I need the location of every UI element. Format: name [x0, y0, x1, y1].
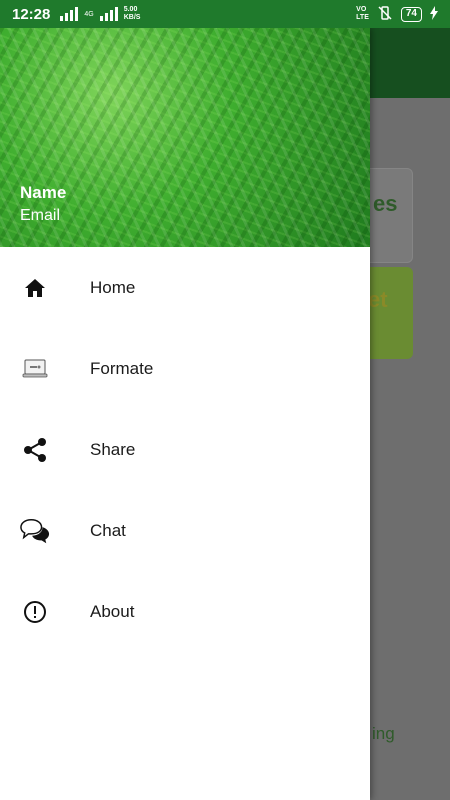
signal-icon-2: [99, 7, 118, 21]
background-card-2-text: et: [368, 287, 388, 312]
menu-item-about[interactable]: About: [0, 571, 370, 652]
menu-item-formate[interactable]: Formate: [0, 328, 370, 409]
background-bottom-text: ing: [372, 724, 395, 743]
menu-item-label: Home: [90, 277, 136, 297]
menu-item-label: About: [90, 601, 135, 621]
status-bar: 12:28 4G 5.00 KB/S VO LTE 74: [0, 0, 450, 28]
user-email: Email: [20, 207, 61, 224]
vibrate-off-icon: [377, 5, 393, 24]
menu-item-share[interactable]: Share: [0, 409, 370, 490]
navigation-drawer: Name Email Home Formate Share Chat About: [0, 28, 370, 800]
status-time: 12:28: [12, 5, 51, 23]
menu-item-label: Formate: [90, 358, 154, 378]
speed-unit: KB/S: [123, 14, 141, 21]
laptop-icon: [20, 354, 50, 384]
status-left: 12:28 4G 5.00 KB/S: [12, 6, 140, 23]
network-type: 4G: [84, 10, 94, 18]
menu-item-label: Chat: [90, 520, 126, 540]
menu-item-home[interactable]: Home: [0, 247, 370, 328]
menu-item-label: Share: [90, 439, 136, 459]
signal-icon: [60, 7, 79, 21]
info-icon: [20, 597, 50, 627]
home-icon: [20, 273, 50, 303]
drawer-header: Name Email: [0, 28, 370, 247]
user-name: Name: [20, 183, 67, 202]
drawer-menu: Home Formate Share Chat About: [0, 247, 370, 652]
network-speed: 5.00 KB/S: [124, 6, 141, 22]
volte-top: VO: [356, 6, 367, 13]
charging-icon: [430, 5, 438, 23]
battery-indicator: 74: [400, 6, 422, 22]
volte-bottom: LTE: [356, 14, 369, 21]
background-card-1-text: es: [373, 191, 398, 216]
share-icon: [20, 435, 50, 465]
speed-value: 5.00: [123, 6, 138, 13]
menu-item-chat[interactable]: Chat: [0, 490, 370, 571]
volte-indicator: VO LTE: [356, 6, 369, 22]
status-right: VO LTE 74: [356, 5, 438, 24]
chat-icon: [20, 516, 50, 546]
